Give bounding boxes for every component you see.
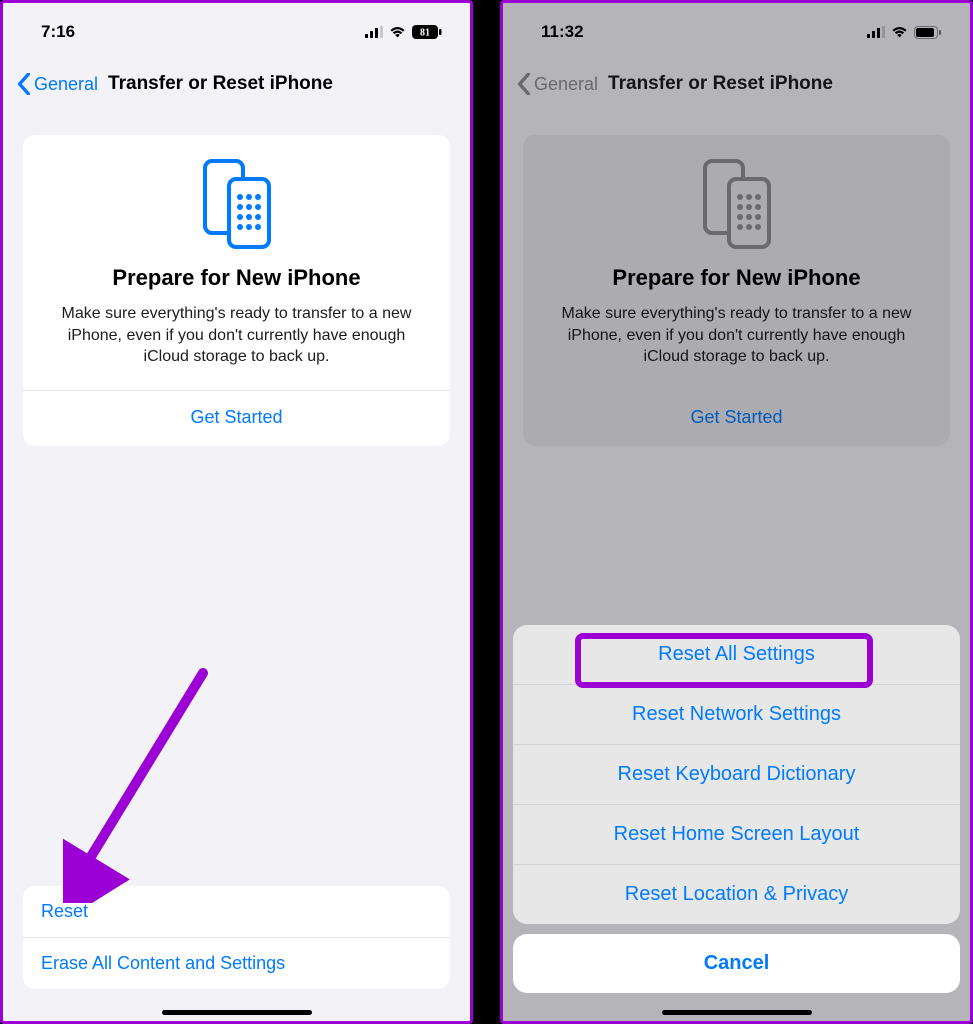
cellular-icon bbox=[365, 26, 383, 38]
home-indicator bbox=[662, 1010, 812, 1015]
screenshot-left: 7:16 81 General Transfer or Reset iPhone bbox=[0, 0, 473, 1024]
prepare-card: Prepare for New iPhone Make sure everyth… bbox=[23, 135, 450, 446]
wifi-icon bbox=[389, 26, 406, 38]
chevron-left-icon bbox=[517, 73, 531, 95]
prepare-card: Prepare for New iPhone Make sure everyth… bbox=[523, 135, 950, 446]
get-started-button[interactable]: Get Started bbox=[41, 391, 432, 446]
transfer-icon bbox=[197, 159, 277, 249]
reset-home-screen-layout-button[interactable]: Reset Home Screen Layout bbox=[513, 805, 960, 865]
status-indicators: 81 bbox=[365, 25, 442, 39]
reset-network-settings-button[interactable]: Reset Network Settings bbox=[513, 685, 960, 745]
page-title: Transfer or Reset iPhone bbox=[108, 73, 333, 95]
reset-options-list: Reset Erase All Content and Settings bbox=[23, 886, 450, 989]
erase-all-button[interactable]: Erase All Content and Settings bbox=[23, 938, 450, 989]
cancel-button[interactable]: Cancel bbox=[513, 934, 960, 993]
reset-all-settings-button[interactable]: Reset All Settings bbox=[513, 625, 960, 685]
status-time: 11:32 bbox=[541, 22, 584, 42]
chevron-left-icon bbox=[17, 73, 31, 95]
screenshot-right: 11:32 General Transfer or Reset iPhone bbox=[500, 0, 973, 1024]
nav-bar: General Transfer or Reset iPhone bbox=[503, 51, 970, 109]
card-body: Make sure everything's ready to transfer… bbox=[41, 303, 432, 390]
nav-bar: General Transfer or Reset iPhone bbox=[3, 51, 470, 109]
wifi-icon bbox=[891, 26, 908, 38]
cellular-icon bbox=[867, 26, 885, 38]
reset-location-privacy-button[interactable]: Reset Location & Privacy bbox=[513, 865, 960, 924]
back-button[interactable]: General bbox=[517, 73, 598, 95]
home-indicator bbox=[162, 1010, 312, 1015]
reset-sheet-options: Reset All Settings Reset Network Setting… bbox=[513, 625, 960, 924]
card-body: Make sure everything's ready to transfer… bbox=[541, 303, 932, 390]
status-time: 7:16 bbox=[41, 22, 75, 42]
card-heading: Prepare for New iPhone bbox=[541, 265, 932, 291]
reset-button[interactable]: Reset bbox=[23, 886, 450, 938]
separator bbox=[473, 0, 500, 1024]
status-bar: 7:16 81 bbox=[3, 3, 470, 51]
status-bar: 11:32 bbox=[503, 3, 970, 51]
arrow-annotation bbox=[63, 663, 223, 903]
card-heading: Prepare for New iPhone bbox=[41, 265, 432, 291]
svg-text:81: 81 bbox=[420, 28, 430, 39]
back-button[interactable]: General bbox=[17, 73, 98, 95]
battery-icon: 81 bbox=[412, 25, 442, 39]
page-title: Transfer or Reset iPhone bbox=[608, 73, 833, 95]
battery-icon bbox=[914, 26, 942, 39]
transfer-icon bbox=[697, 159, 777, 249]
get-started-button[interactable]: Get Started bbox=[541, 391, 932, 446]
back-label: General bbox=[34, 74, 98, 95]
status-indicators bbox=[867, 26, 942, 39]
reset-keyboard-dictionary-button[interactable]: Reset Keyboard Dictionary bbox=[513, 745, 960, 805]
back-label: General bbox=[534, 74, 598, 95]
action-sheet: Reset All Settings Reset Network Setting… bbox=[513, 625, 960, 993]
